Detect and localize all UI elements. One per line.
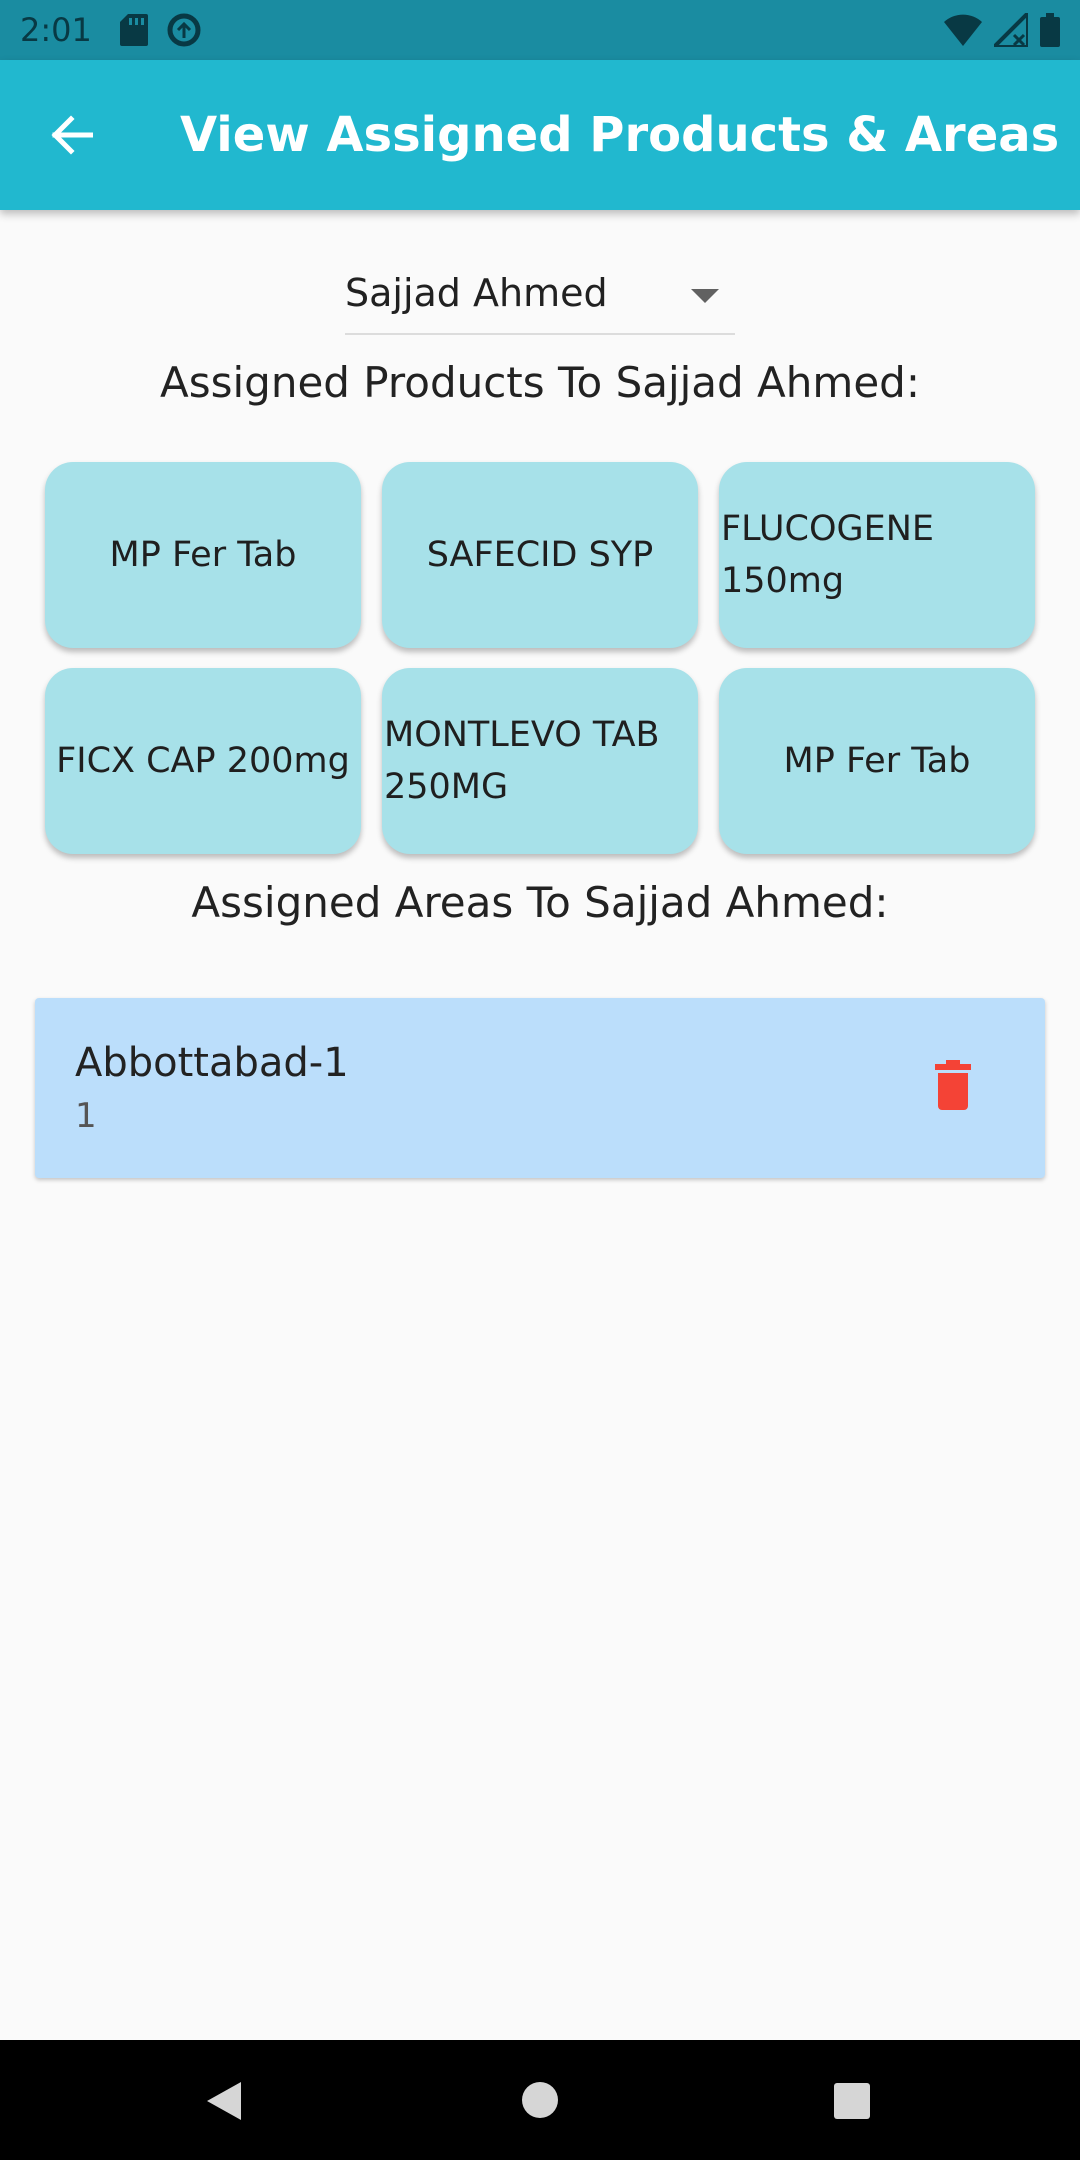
product-card[interactable]: FICX CAP 200mg — [45, 668, 361, 854]
delete-area-button[interactable] — [933, 1060, 973, 1110]
status-right-icons — [944, 0, 1060, 60]
chevron-down-icon — [691, 289, 719, 303]
product-card[interactable]: SAFECID SYP — [382, 462, 698, 648]
product-card[interactable]: MP Fer Tab — [719, 668, 1035, 854]
battery-icon — [1040, 13, 1060, 47]
area-card[interactable]: Abbottabad-1 1 — [35, 998, 1045, 1178]
area-subtitle: 1 — [75, 1096, 97, 1136]
nav-recents-icon[interactable] — [834, 2083, 870, 2119]
trash-icon — [935, 1060, 971, 1110]
product-card[interactable]: FLUCOGENE 150mg — [719, 462, 1035, 648]
product-grid: MP Fer Tab SAFECID SYP FLUCOGENE 150mg F… — [45, 462, 1035, 854]
signal-icon — [994, 13, 1028, 47]
products-section-title: Assigned Products To Sajjad Ahmed: — [160, 358, 920, 407]
sd-card-icon — [119, 14, 148, 46]
user-dropdown[interactable]: Sajjad Ahmed — [345, 265, 735, 335]
status-bar: 2:01 — [0, 0, 1080, 60]
dropdown-selected-value: Sajjad Ahmed — [345, 271, 608, 315]
arrow-left-icon — [51, 115, 93, 155]
area-name: Abbottabad-1 — [75, 1040, 349, 1086]
app-bar: View Assigned Products & Areas — [0, 60, 1080, 210]
page-title: View Assigned Products & Areas — [180, 107, 1060, 163]
system-nav-bar — [0, 2040, 1080, 2160]
back-button[interactable] — [36, 100, 106, 170]
wifi-icon — [944, 14, 982, 46]
product-card[interactable]: MONTLEVO TAB 250MG — [382, 668, 698, 854]
status-time: 2:01 — [20, 11, 92, 49]
nav-back-icon[interactable] — [205, 2080, 243, 2122]
data-saver-icon — [167, 13, 201, 47]
status-left-icons — [119, 12, 202, 48]
product-card[interactable]: MP Fer Tab — [45, 462, 361, 648]
areas-section-title: Assigned Areas To Sajjad Ahmed: — [191, 878, 889, 927]
nav-home-icon[interactable] — [522, 2082, 558, 2118]
